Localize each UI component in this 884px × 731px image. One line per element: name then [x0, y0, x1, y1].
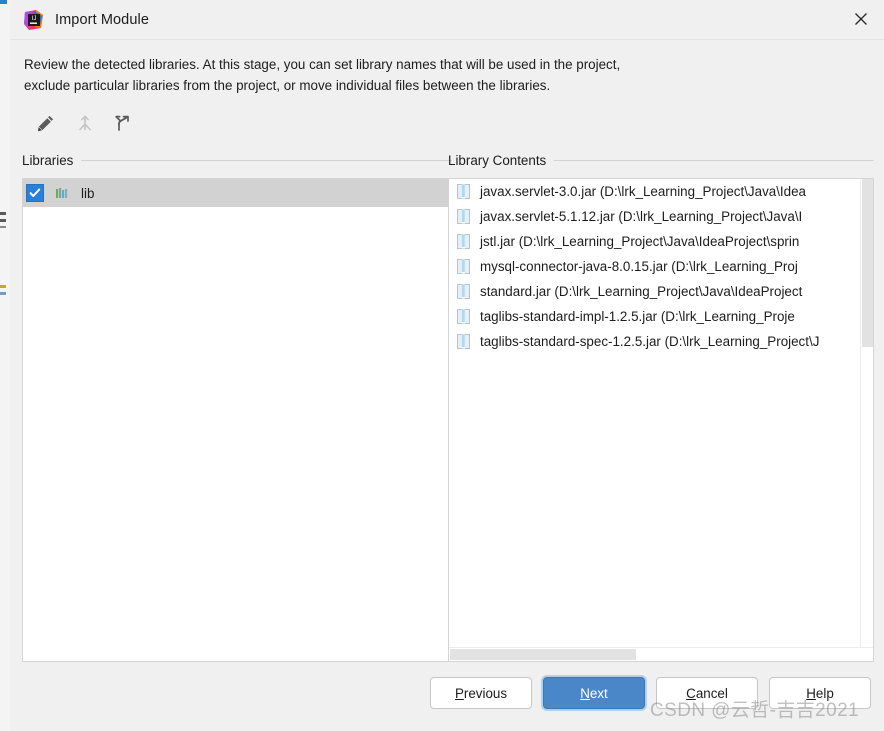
help-label-rest: elp — [815, 685, 834, 701]
library-icon — [54, 185, 70, 201]
libraries-list[interactable]: lib — [22, 178, 452, 662]
list-item[interactable]: lib — [23, 179, 451, 207]
jar-file-icon — [457, 184, 470, 199]
scrollbar-thumb[interactable] — [450, 649, 636, 660]
contents-horizontal-scrollbar[interactable] — [449, 647, 873, 661]
intellij-idea-icon: IJ — [24, 9, 44, 30]
description-line-2: exclude particular libraries from the pr… — [24, 78, 551, 93]
title-bar: IJ Import Module — [10, 0, 884, 40]
section-divider — [554, 159, 874, 161]
edit-icon[interactable] — [32, 109, 60, 137]
dialog-description: Review the detected libraries. At this s… — [24, 54, 814, 96]
next-label-rest: ext — [589, 685, 608, 701]
background-artifact — [0, 226, 6, 228]
import-module-dialog: IJ Import Module Review the detected lib… — [10, 0, 884, 731]
library-checkbox[interactable] — [26, 184, 44, 202]
library-contents-column: Library Contents javax.servlet-3.0.jar (… — [448, 150, 874, 662]
svg-text:IJ: IJ — [32, 16, 37, 22]
jar-file-icon — [457, 334, 470, 349]
scrollbar-thumb[interactable] — [862, 179, 873, 347]
contents-vertical-scrollbar[interactable] — [860, 179, 873, 647]
dialog-footer: Previous Next Cancel Help — [10, 662, 884, 731]
jar-file-icon — [457, 234, 470, 249]
libraries-toolbar — [32, 109, 884, 137]
list-item[interactable]: jstl.jar (D:\lrk_Learning_Project\Java\I… — [449, 229, 860, 254]
libraries-title: Libraries — [22, 152, 74, 168]
merge-icon — [71, 109, 99, 137]
list-item[interactable]: javax.servlet-3.0.jar (D:\lrk_Learning_P… — [449, 179, 860, 204]
list-item[interactable]: taglibs-standard-spec-1.2.5.jar (D:\lrk_… — [449, 329, 860, 354]
background-artifact — [0, 219, 6, 222]
description-line-1: Review the detected libraries. At this s… — [24, 57, 621, 72]
background-artifact — [0, 292, 6, 295]
library-contents-list[interactable]: javax.servlet-3.0.jar (D:\lrk_Learning_P… — [448, 178, 874, 662]
contents-viewport: javax.servlet-3.0.jar (D:\lrk_Learning_P… — [449, 179, 860, 647]
jar-file-name: jstl.jar (D:\lrk_Learning_Project\Java\I… — [480, 234, 800, 249]
list-item[interactable]: taglibs-standard-impl-1.2.5.jar (D:\lrk_… — [449, 304, 860, 329]
cancel-label-rest: ancel — [695, 685, 728, 701]
previous-mnemonic: P — [454, 685, 464, 701]
libraries-column: Libraries lib — [22, 150, 452, 662]
next-button[interactable]: Next — [543, 677, 645, 709]
list-item[interactable]: standard.jar (D:\lrk_Learning_Project\Ja… — [449, 279, 860, 304]
contents-section-header: Library Contents — [448, 150, 874, 170]
jar-file-icon — [457, 284, 470, 299]
jar-file-name: taglibs-standard-spec-1.2.5.jar (D:\lrk_… — [480, 334, 820, 349]
dialog-buttons: Previous Next Cancel Help — [430, 677, 871, 709]
previous-label-rest: revious — [463, 685, 508, 701]
jar-file-name: standard.jar (D:\lrk_Learning_Project\Ja… — [480, 284, 803, 299]
cancel-mnemonic: C — [686, 685, 696, 701]
list-item[interactable]: mysql-connector-java-8.0.15.jar (D:\lrk_… — [449, 254, 860, 279]
close-icon[interactable] — [838, 0, 884, 38]
libraries-section-header: Libraries — [22, 150, 452, 170]
jar-file-icon — [457, 209, 470, 224]
jar-file-name: javax.servlet-5.1.12.jar (D:\lrk_Learnin… — [480, 209, 803, 224]
panels-area: Libraries lib Library Contents javax.ser… — [10, 150, 884, 662]
jar-file-name: javax.servlet-3.0.jar (D:\lrk_Learning_P… — [480, 184, 806, 199]
jar-file-name: mysql-connector-java-8.0.15.jar (D:\lrk_… — [480, 259, 798, 274]
help-mnemonic: H — [806, 685, 816, 701]
next-mnemonic: N — [580, 685, 590, 701]
jar-file-icon — [457, 259, 470, 274]
help-button[interactable]: Help — [769, 677, 871, 709]
jar-file-icon — [457, 309, 470, 324]
window-title: Import Module — [55, 11, 149, 28]
previous-button[interactable]: Previous — [430, 677, 532, 709]
background-artifact — [0, 285, 6, 288]
library-contents-title: Library Contents — [448, 152, 547, 168]
background-artifact — [0, 0, 7, 4]
jar-file-name: taglibs-standard-impl-1.2.5.jar (D:\lrk_… — [480, 309, 795, 324]
list-item[interactable]: javax.servlet-5.1.12.jar (D:\lrk_Learnin… — [449, 204, 860, 229]
section-divider — [81, 159, 452, 161]
library-name: lib — [81, 185, 95, 201]
background-artifact — [0, 212, 6, 215]
split-icon[interactable] — [110, 109, 138, 137]
cancel-button[interactable]: Cancel — [656, 677, 758, 709]
